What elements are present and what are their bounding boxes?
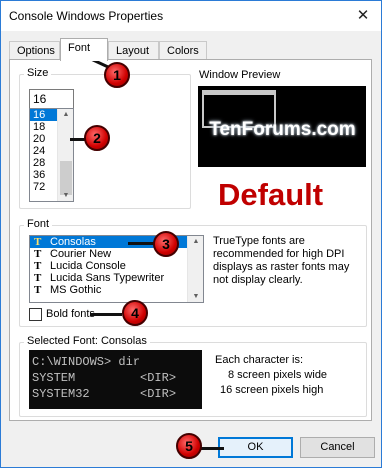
callout-arrow-5 [200, 447, 224, 450]
callout-1: 1 [104, 62, 130, 88]
font-item-ms-gothic[interactable]: T MS Gothic [30, 284, 203, 296]
callout-2: 2 [84, 125, 110, 151]
font-scrollbar[interactable]: ▲ ▼ [187, 236, 203, 302]
window-title: Console Windows Properties [9, 9, 164, 23]
default-annotation: Default [218, 177, 324, 212]
size-scrollbar[interactable]: ▲ ▼ [57, 109, 73, 201]
title-bar: Console Windows Properties ✕ [0, 0, 382, 31]
font-group-label: Font [24, 218, 53, 230]
tab-options[interactable]: Options [9, 41, 60, 60]
console-line: C:\WINDOWS> dir [32, 355, 141, 369]
char-info-title: Each character is: [215, 354, 304, 366]
size-list[interactable]: 16 18 20 24 28 36 72 ▲ ▼ [29, 108, 74, 202]
scroll-up-icon[interactable]: ▲ [58, 111, 73, 118]
bold-fonts-label[interactable]: Bold fonts [46, 308, 95, 320]
size-input[interactable]: 16 [29, 89, 74, 109]
font-item-label: Lucida Console [50, 260, 126, 272]
char-info: Each character is: 8 screen pixels wide … [215, 353, 327, 398]
console-line: SYSTEM <DIR> [32, 371, 177, 385]
callout-4: 4 [122, 300, 148, 326]
font-item-label: MS Gothic [50, 284, 102, 296]
bold-fonts-checkbox[interactable] [29, 308, 42, 321]
truetype-icon: T [34, 260, 42, 272]
scroll-down-icon[interactable]: ▼ [58, 192, 73, 199]
scroll-down-icon[interactable]: ▼ [188, 293, 203, 300]
console-sample: C:\WINDOWS> dir SYSTEM <DIR> SYSTEM32 <DIR… [29, 350, 202, 409]
scroll-up-icon[interactable]: ▲ [188, 238, 203, 245]
font-item-label: Consolas [50, 236, 96, 248]
tab-colors[interactable]: Colors [159, 41, 207, 60]
close-icon[interactable]: ✕ [353, 6, 373, 26]
font-item-label: Courier New [50, 248, 112, 260]
callout-arrow-4 [90, 313, 122, 316]
size-group-label: Size [24, 67, 52, 79]
font-item-lucida-console[interactable]: T Lucida Console [30, 260, 203, 272]
font-item-lucida-sans-typewriter[interactable]: T Lucida Sans Typewriter [30, 272, 203, 284]
truetype-icon: T [34, 284, 42, 296]
truetype-icon: T [34, 248, 42, 260]
callout-arrow-3 [128, 242, 154, 245]
cancel-button[interactable]: Cancel [300, 437, 375, 458]
console-line: SYSTEM32 <DIR> [32, 387, 177, 401]
char-width: 8 screen pixels wide [228, 369, 328, 381]
callout-5: 5 [176, 433, 202, 459]
char-height: 16 screen pixels high [220, 384, 324, 396]
truetype-icon: T [34, 272, 42, 284]
truetype-note: TrueType fonts are recommended for high … [213, 235, 350, 286]
selected-font-label: Selected Font: Consolas [24, 335, 150, 347]
font-item-label: Lucida Sans Typewriter [50, 272, 165, 284]
callout-3: 3 [153, 231, 179, 257]
window-preview-label: Window Preview [199, 69, 281, 81]
tab-layout[interactable]: Layout [108, 41, 159, 60]
tab-font[interactable]: Font [60, 38, 108, 61]
ok-button[interactable]: OK [218, 437, 293, 458]
truetype-icon: T [34, 236, 42, 248]
scroll-thumb[interactable] [60, 161, 72, 195]
watermark: TenForums.com [209, 119, 356, 140]
